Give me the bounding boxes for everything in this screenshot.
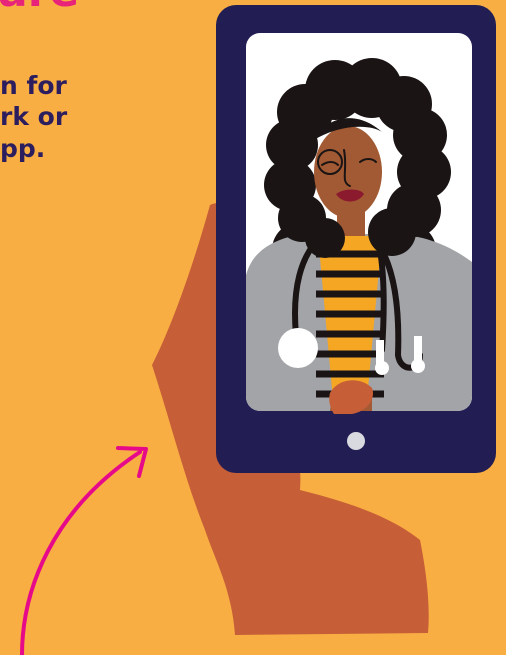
illustration xyxy=(20,5,496,655)
phone-screen xyxy=(246,33,472,411)
curved-arrow-icon xyxy=(20,446,148,655)
stethoscope-chestpiece xyxy=(278,328,318,368)
home-button-icon[interactable] xyxy=(347,432,365,450)
